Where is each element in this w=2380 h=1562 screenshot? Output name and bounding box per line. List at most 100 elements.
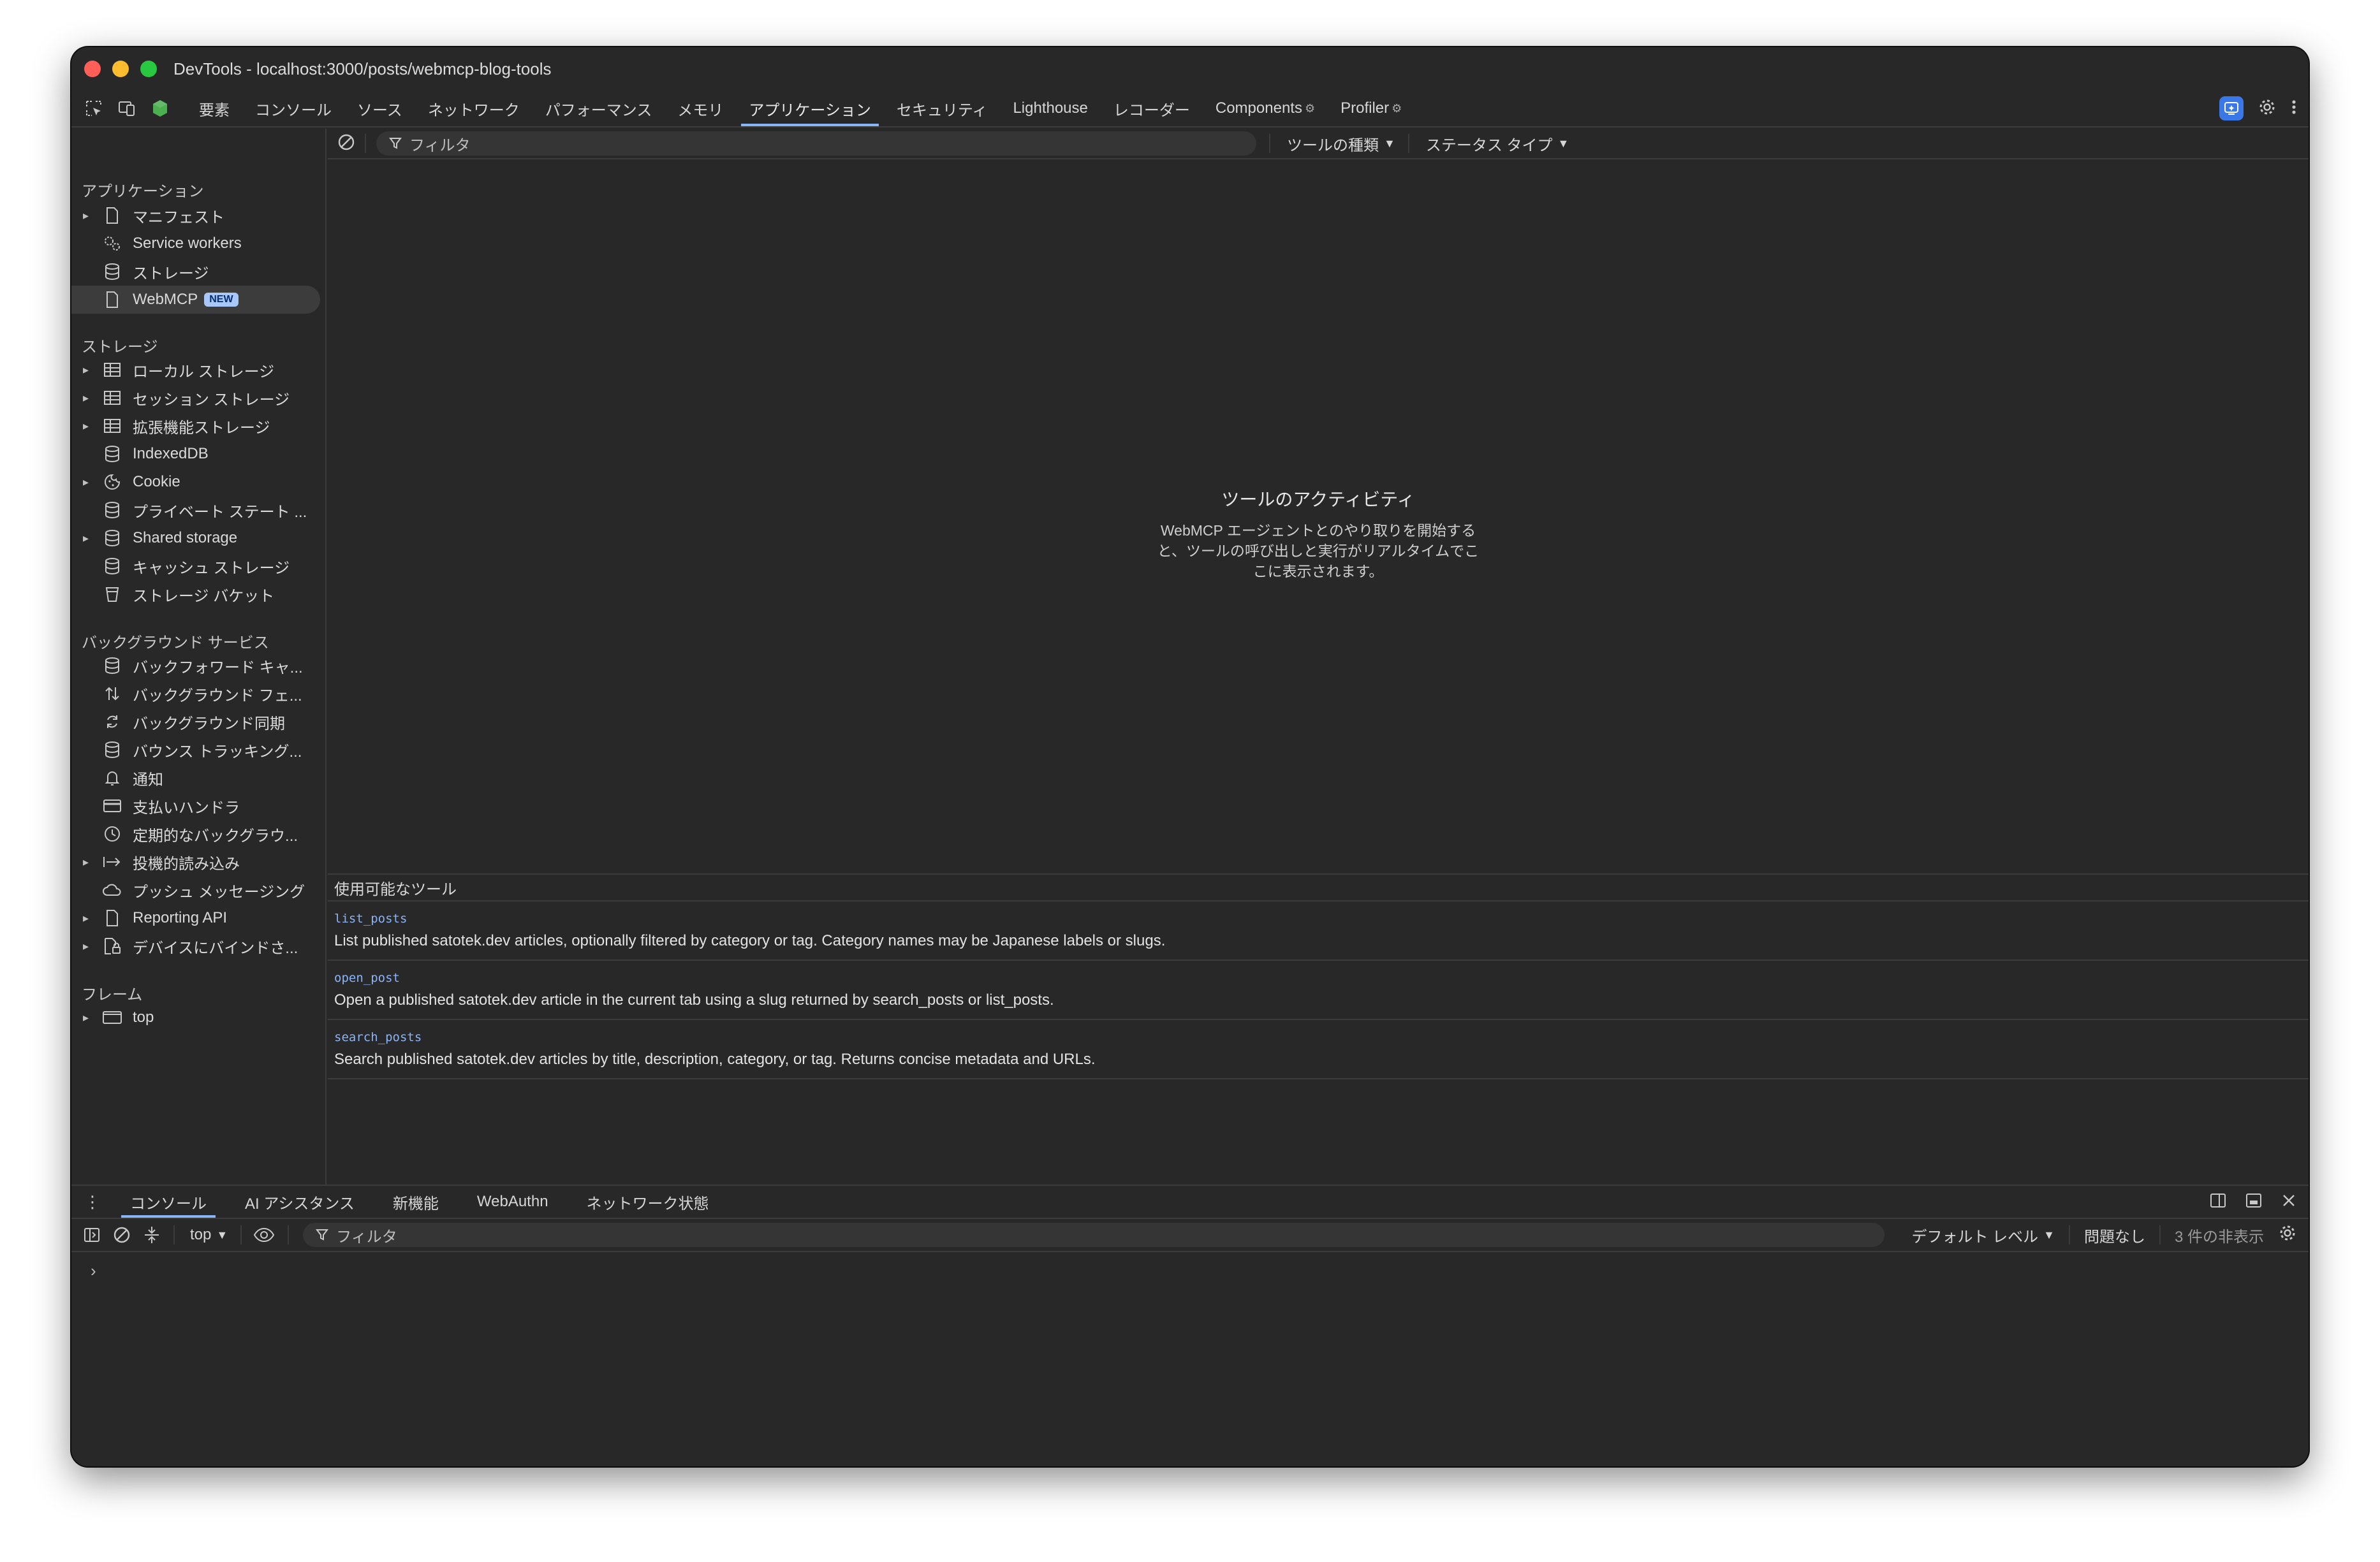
database-icon	[99, 262, 125, 281]
issues-count[interactable]: 問題なし	[2084, 1224, 2145, 1246]
tab-network[interactable]: ネットワーク	[415, 91, 533, 126]
clear-console-icon[interactable]	[112, 1225, 131, 1244]
tab-recorder[interactable]: レコーダー	[1101, 91, 1203, 126]
sidebar-item-extension-storage[interactable]: ▸ 拡張機能ストレージ	[71, 412, 320, 440]
section-heading-background-services: バックグラウンド サービス	[82, 634, 269, 652]
sidebar-item-cache-storage[interactable]: キャッシュ ストレージ	[71, 552, 320, 580]
sidebar-item-shared-storage[interactable]: ▸ Shared storage	[71, 524, 320, 552]
sidebar-item-cookie[interactable]: ▸ Cookie	[71, 468, 320, 496]
sidebar-toggle-icon[interactable]	[83, 1226, 101, 1244]
tab-label: AI アシスタンス	[245, 1195, 355, 1213]
tab-console[interactable]: コンソール	[242, 91, 344, 126]
close-drawer-icon[interactable]	[2281, 1192, 2297, 1212]
minimize-window-button[interactable]	[112, 61, 129, 77]
expand-arrow-icon[interactable]: ▸	[83, 391, 92, 405]
sidebar-item-session-storage[interactable]: ▸ セッション ストレージ	[71, 384, 320, 412]
sidebar-item-push-messaging[interactable]: プッシュ メッセージング	[71, 876, 320, 904]
divider	[2068, 1225, 2070, 1244]
sidebar-item-label: バウンス トラッキング...	[133, 743, 302, 761]
drawer-tab-ai-assistance[interactable]: AI アシスタンス	[226, 1186, 374, 1218]
vue-extension-icon[interactable]	[149, 98, 171, 119]
tool-type-dropdown[interactable]: ツールの種類 ▼	[1287, 133, 1395, 155]
context-selector[interactable]: top ▼	[190, 1226, 228, 1244]
sidebar-item-speculative-loads[interactable]: ▸ 投機的読み込み	[71, 848, 320, 876]
drawer-tab-webauthn[interactable]: WebAuthn	[458, 1186, 568, 1218]
expand-arrow-icon[interactable]: ▸	[83, 856, 92, 869]
group-similar-icon[interactable]	[143, 1225, 161, 1244]
log-level-dropdown[interactable]: デフォルト レベル ▼	[1911, 1224, 2055, 1246]
tab-application[interactable]: アプリケーション	[736, 91, 884, 126]
console-prompt[interactable]: ›	[91, 1261, 2309, 1281]
filter-placeholder: フィルタ	[336, 1228, 397, 1246]
expand-arrow-icon[interactable]: ▸	[83, 363, 92, 377]
sidebar-item-bfcache[interactable]: バックフォワード キャ...	[71, 652, 320, 680]
sidebar-item-label: Service workers	[133, 235, 242, 252]
tab-profiler[interactable]: Profiler ⚙	[1328, 91, 1414, 126]
webmcp-panel: フィルタ ツールの種類 ▼ ステータス タイプ ▼ ツールのアクティビティ We…	[328, 129, 2309, 1185]
device-toolbar-icon[interactable]	[116, 98, 138, 119]
drawer-tab-console[interactable]: コンソール	[111, 1186, 226, 1218]
sidebar-item-local-storage[interactable]: ▸ ローカル ストレージ	[71, 356, 320, 384]
filter-input[interactable]: フィルタ	[376, 131, 1256, 156]
expand-arrow-icon[interactable]: ▸	[83, 912, 92, 925]
live-expression-eye-icon[interactable]	[253, 1226, 275, 1244]
tab-memory[interactable]: メモリ	[665, 91, 736, 126]
tab-performance[interactable]: パフォーマンス	[533, 91, 665, 126]
sidebar-item-label: プッシュ メッセージング	[133, 883, 305, 901]
expand-arrow-icon[interactable]: ▸	[83, 940, 92, 953]
tab-security[interactable]: セキュリティ	[884, 91, 1001, 126]
expand-arrow-icon[interactable]: ▸	[83, 209, 92, 223]
tab-lighthouse[interactable]: Lighthouse	[1000, 91, 1100, 126]
ai-assistance-icon[interactable]	[2219, 96, 2244, 120]
sidebar-item-bounce-tracking[interactable]: バウンス トラッキング...	[71, 736, 320, 764]
tab-label: アプリケーション	[749, 101, 871, 119]
sidebar-item-frame-top[interactable]: ▸ top	[71, 1004, 320, 1032]
tab-label: WebAuthn	[476, 1193, 548, 1210]
tab-elements[interactable]: 要素	[186, 91, 242, 126]
zoom-window-button[interactable]	[140, 61, 157, 77]
tab-components[interactable]: Components ⚙	[1203, 91, 1328, 126]
sidebar-item-payment-handler[interactable]: 支払いハンドラ	[71, 792, 320, 820]
sidebar-item-device-bound-sessions[interactable]: ▸ デバイスにバインドさ...	[71, 932, 320, 960]
console-settings-gear-icon[interactable]	[2278, 1223, 2297, 1247]
inspect-element-icon[interactable]	[83, 98, 105, 119]
drawer-menu-icon[interactable]: ⋮	[84, 1186, 101, 1218]
sidebar-item-service-workers[interactable]: Service workers	[71, 230, 320, 258]
settings-gear-icon[interactable]	[2258, 98, 2277, 120]
sidebar-item-manifest[interactable]: ▸ マニフェスト	[71, 201, 320, 230]
drawer-tab-whats-new[interactable]: 新機能	[374, 1186, 458, 1218]
sidebar-item-label: 支払いハンドラ	[133, 799, 240, 817]
sidebar-item-background-sync[interactable]: バックグラウンド同期	[71, 708, 320, 736]
sidebar-item-label: Cookie	[133, 473, 180, 490]
tab-label: Components	[1215, 99, 1302, 117]
undock-drawer-icon[interactable]	[2245, 1192, 2263, 1213]
expand-arrow-icon[interactable]: ▸	[83, 476, 92, 489]
console-filter-input[interactable]: フィルタ	[303, 1223, 1885, 1247]
expand-arrow-icon[interactable]: ▸	[83, 532, 92, 545]
expand-arrow-icon[interactable]: ▸	[83, 1011, 92, 1025]
more-options-icon[interactable]	[2291, 98, 2297, 120]
sidebar-item-storage[interactable]: ストレージ	[71, 258, 320, 286]
expand-arrow-icon[interactable]: ▸	[83, 420, 92, 433]
sidebar-item-private-state-tokens[interactable]: プライベート ステート ...	[71, 496, 320, 524]
sidebar-item-storage-buckets[interactable]: ストレージ バケット	[71, 580, 320, 608]
dock-side-icon[interactable]	[2209, 1192, 2227, 1213]
tab-sources[interactable]: ソース	[344, 91, 415, 126]
sidebar-item-indexeddb[interactable]: IndexedDB	[71, 440, 320, 468]
tool-row[interactable]: open_post Open a published satotek.dev a…	[328, 961, 2309, 1020]
close-window-button[interactable]	[84, 61, 101, 77]
sidebar-item-label: Reporting API	[133, 909, 228, 926]
sidebar-item-notifications[interactable]: 通知	[71, 764, 320, 792]
drawer-tab-network-conditions[interactable]: ネットワーク状態	[568, 1186, 728, 1218]
activity-description: WebMCP エージェントとのやり取りを開始すると、ツールの呼び出しと実行がリア…	[1157, 522, 1480, 580]
clear-icon[interactable]	[337, 133, 356, 155]
sidebar-item-label: キャッシュ ストレージ	[133, 559, 290, 577]
clock-icon	[99, 824, 125, 843]
status-type-dropdown[interactable]: ステータス タイプ ▼	[1426, 133, 1569, 155]
sidebar-item-reporting-api[interactable]: ▸ Reporting API	[71, 904, 320, 932]
tool-row[interactable]: list_posts List published satotek.dev ar…	[328, 901, 2309, 961]
sidebar-item-background-fetch[interactable]: バックグラウンド フェ...	[71, 680, 320, 708]
sidebar-item-webmcp[interactable]: WebMCP NEW	[71, 286, 320, 314]
sidebar-item-periodic-sync[interactable]: 定期的なバックグラウ...	[71, 820, 320, 848]
tool-row[interactable]: search_posts Search published satotek.de…	[328, 1020, 2309, 1079]
